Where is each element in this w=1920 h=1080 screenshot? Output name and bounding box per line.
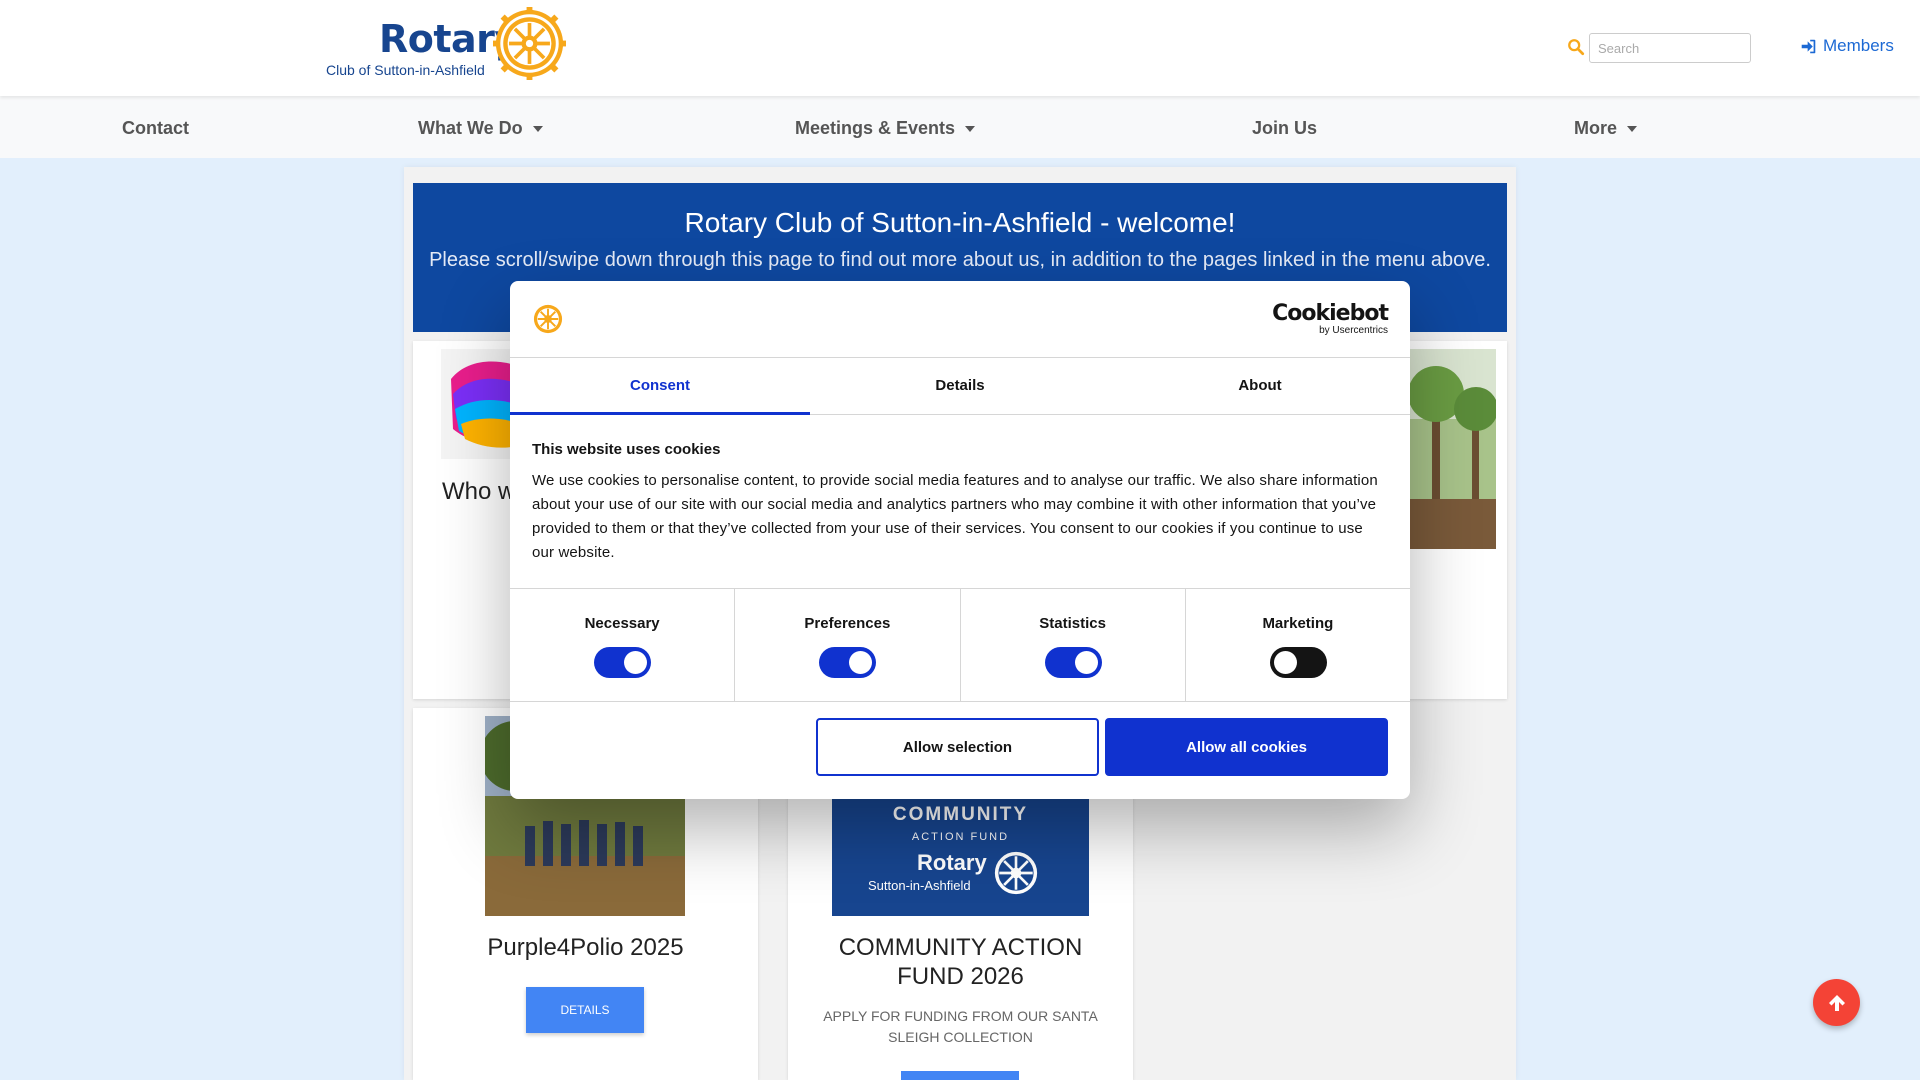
nav-item-label: Contact [122,118,189,138]
card-title: COMMUNITY ACTION FUND 2026 [838,934,1083,990]
search-input[interactable] [1589,33,1751,63]
nav-item-label: More [1574,118,1618,138]
allow-selection-button[interactable]: Allow selection [816,718,1099,776]
toggle-necessary: Necessary [510,589,736,701]
tab-details[interactable]: Details [810,358,1110,414]
toggle-label: Statistics [1039,615,1106,632]
tab-consent[interactable]: Consent [510,358,810,415]
toggle-marketing: Marketing [1186,589,1410,701]
cookie-heading: This website uses cookies [532,441,721,458]
caret-down-icon [965,126,976,133]
necessary-switch[interactable] [594,647,652,678]
toggle-label: Necessary [584,615,660,632]
card-description: APPLY FOR FUNDING FROM OUR SANTA SLEIGH … [823,1008,1098,1045]
toggle-preferences: Preferences [735,589,961,701]
nav-item-what-we-do[interactable]: What We Do [418,118,543,139]
welcome-subtitle: Please scroll/swipe down through this pa… [429,249,1491,271]
welcome-title: Rotary Club of Sutton-in-Ashfield - welc… [684,207,1236,238]
nav-item-label: Meetings & Events [795,118,956,138]
nav-item-join-us[interactable]: Join Us [1252,118,1317,139]
toggle-statistics: Statistics [961,589,1186,701]
rotary-wheel-icon [533,304,563,334]
details-button[interactable] [901,1071,1019,1080]
image-text: COMMUNITY [892,804,1029,825]
nav-item-label: Join Us [1252,118,1318,138]
members-link[interactable]: Members [1800,36,1894,56]
image-text: ACTION FUND [911,831,1010,843]
caret-down-icon [1627,126,1638,133]
toggle-label: Marketing [1262,615,1334,632]
club-name: Club of Sutton-in-Ashfield [326,62,485,78]
image-text: Sutton-in-Ashfield [868,878,971,893]
back-to-top-button[interactable] [1813,979,1860,1026]
rotary-wheel-icon[interactable] [493,7,566,80]
nav-item-more[interactable]: More [1574,118,1638,139]
search-icon[interactable] [1567,38,1585,56]
card-title: Purple4Polio 2025 [487,934,684,961]
cookiebot-logo[interactable]: Cookiebot by Usercentrics [1272,301,1389,337]
cookie-consent-dialog: Cookiebot by Usercentrics Consent Detail… [510,281,1410,799]
arrow-up-icon [1828,994,1845,1011]
nav-item-contact[interactable]: Contact [122,118,189,139]
nav-item-meetings-events[interactable]: Meetings & Events [795,118,976,139]
cookiebot-brand-sub: by Usercentrics [1319,325,1388,336]
cookiebot-brand: Cookiebot [1272,301,1389,326]
sign-in-icon [1801,39,1816,53]
tab-about[interactable]: About [1110,358,1410,414]
statistics-switch[interactable] [1044,647,1102,678]
members-label: Members [1823,36,1894,55]
cookie-description: We use cookies to personalise content, t… [532,472,1378,561]
image-text: Rotary [917,850,987,875]
preferences-switch[interactable] [819,647,877,678]
who-we-are-heading: Who w [442,478,516,505]
details-button[interactable]: DETAILS [526,987,644,1033]
nav-item-label: What We Do [418,118,523,138]
toggle-label: Preferences [804,615,891,632]
main-nav: Contact What We Do Meetings & Events Joi… [0,96,1920,158]
site-header: Rotary Club of Sutton-in-Ashfield Search… [0,0,1920,96]
allow-all-cookies-button[interactable]: Allow all cookies [1105,718,1388,776]
rotary-wheel-icon [994,851,1038,895]
marketing-switch[interactable] [1269,647,1327,678]
caret-down-icon [532,126,543,133]
cookie-tabs: Consent Details About [510,357,1410,415]
cookie-category-toggles: Necessary Preferences Statistics Marketi… [510,588,1410,702]
